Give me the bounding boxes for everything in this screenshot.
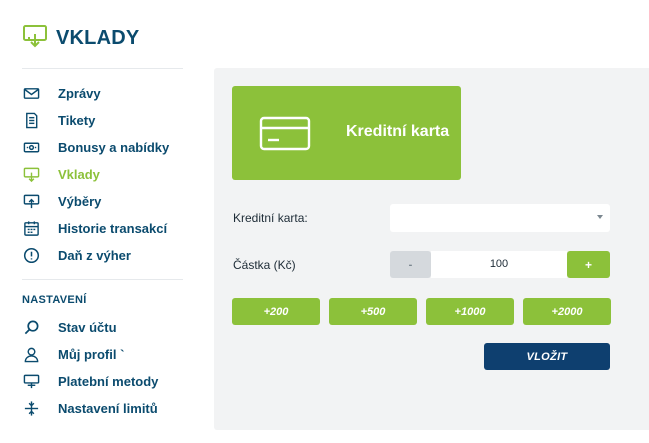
sidebar-item-label: Výběry: [58, 194, 102, 209]
withdraw-icon: [22, 193, 40, 211]
sidebar-item-label: Nastavení limitů: [58, 401, 158, 416]
quick-amount-button-200[interactable]: +200: [232, 298, 320, 325]
deposit-icon: [22, 23, 48, 54]
chevron-down-icon: [597, 215, 603, 219]
amount-decrease-button[interactable]: -: [390, 251, 431, 278]
user-icon: [22, 346, 40, 364]
amount-field-label: Částka (Kč): [233, 258, 296, 272]
sidebar-item-platebni-metody[interactable]: Platební metody: [22, 368, 183, 395]
sidebar-item-label: Historie transakcí: [58, 221, 168, 236]
sidebar-item-zpravy[interactable]: Zprávy: [22, 80, 183, 107]
settings-section-title: NASTAVENÍ: [22, 294, 87, 306]
sidebar-item-vklady[interactable]: Vklady: [22, 161, 183, 188]
limits-icon: [22, 400, 40, 418]
sidebar-item-label: Bonusy a nabídky: [58, 140, 170, 155]
sidebar-item-label: Stav účtu: [58, 320, 117, 335]
sidebar-menu: Zprávy Tikety Bonusy a nabídky Vklady Vý…: [22, 69, 183, 269]
sidebar-item-label: Platební metody: [58, 374, 159, 389]
sidebar-item-tikety[interactable]: Tikety: [22, 107, 183, 134]
sidebar-item-label: Zprávy: [58, 86, 101, 101]
sidebar-item-label: Vklady: [58, 167, 100, 182]
payment-method-label: Kreditní karta: [346, 123, 450, 140]
page-header: VKLADY: [22, 24, 139, 52]
envelope-icon: [22, 85, 40, 103]
quick-amount-button-500[interactable]: +500: [329, 298, 417, 325]
sidebar-item-muj-profil[interactable]: Můj profil `: [22, 341, 183, 368]
sidebar-item-dan[interactable]: Daň z výher: [22, 242, 183, 269]
divider: [22, 279, 183, 280]
sidebar-item-label: Daň z výher: [58, 248, 131, 263]
deposit-panel: Kreditní karta Kreditní karta: Částka (K…: [214, 68, 649, 430]
sidebar-item-stav-uctu[interactable]: Stav účtu: [22, 314, 183, 341]
quick-amount-button-2000[interactable]: +2000: [523, 298, 611, 325]
credit-card-select[interactable]: [390, 204, 610, 232]
sidebar-item-limity[interactable]: Nastavení limitů: [22, 395, 183, 422]
page-title: VKLADY: [56, 26, 140, 49]
deposit-icon: [22, 166, 40, 184]
quick-amount-button-1000[interactable]: +1000: [426, 298, 514, 325]
amount-increase-button[interactable]: +: [567, 251, 610, 278]
sidebar-item-vybery[interactable]: Výběry: [22, 188, 183, 215]
settings-menu: Stav účtu Můj profil ` Platební metody N…: [22, 314, 183, 422]
sidebar-item-label: Můj profil `: [58, 347, 125, 362]
sidebar: Zprávy Tikety Bonusy a nabídky Vklady Vý…: [22, 68, 183, 422]
calendar-icon: [22, 220, 40, 238]
sidebar-item-label: Tikety: [58, 113, 96, 128]
sidebar-item-historie[interactable]: Historie transakcí: [22, 215, 183, 242]
ticket-icon: [22, 112, 40, 130]
sidebar-item-bonusy[interactable]: Bonusy a nabídky: [22, 134, 183, 161]
card-field-label: Kreditní karta:: [233, 211, 308, 225]
bonus-ticket-icon: [22, 139, 40, 157]
payment-method-card[interactable]: Kreditní karta: [232, 86, 461, 180]
deposit-submit-button[interactable]: VLOŽIT: [484, 343, 610, 370]
search-icon: [22, 319, 40, 337]
info-circle-icon: [22, 247, 40, 265]
amount-input[interactable]: 100: [431, 251, 567, 278]
payment-icon: [22, 373, 40, 391]
